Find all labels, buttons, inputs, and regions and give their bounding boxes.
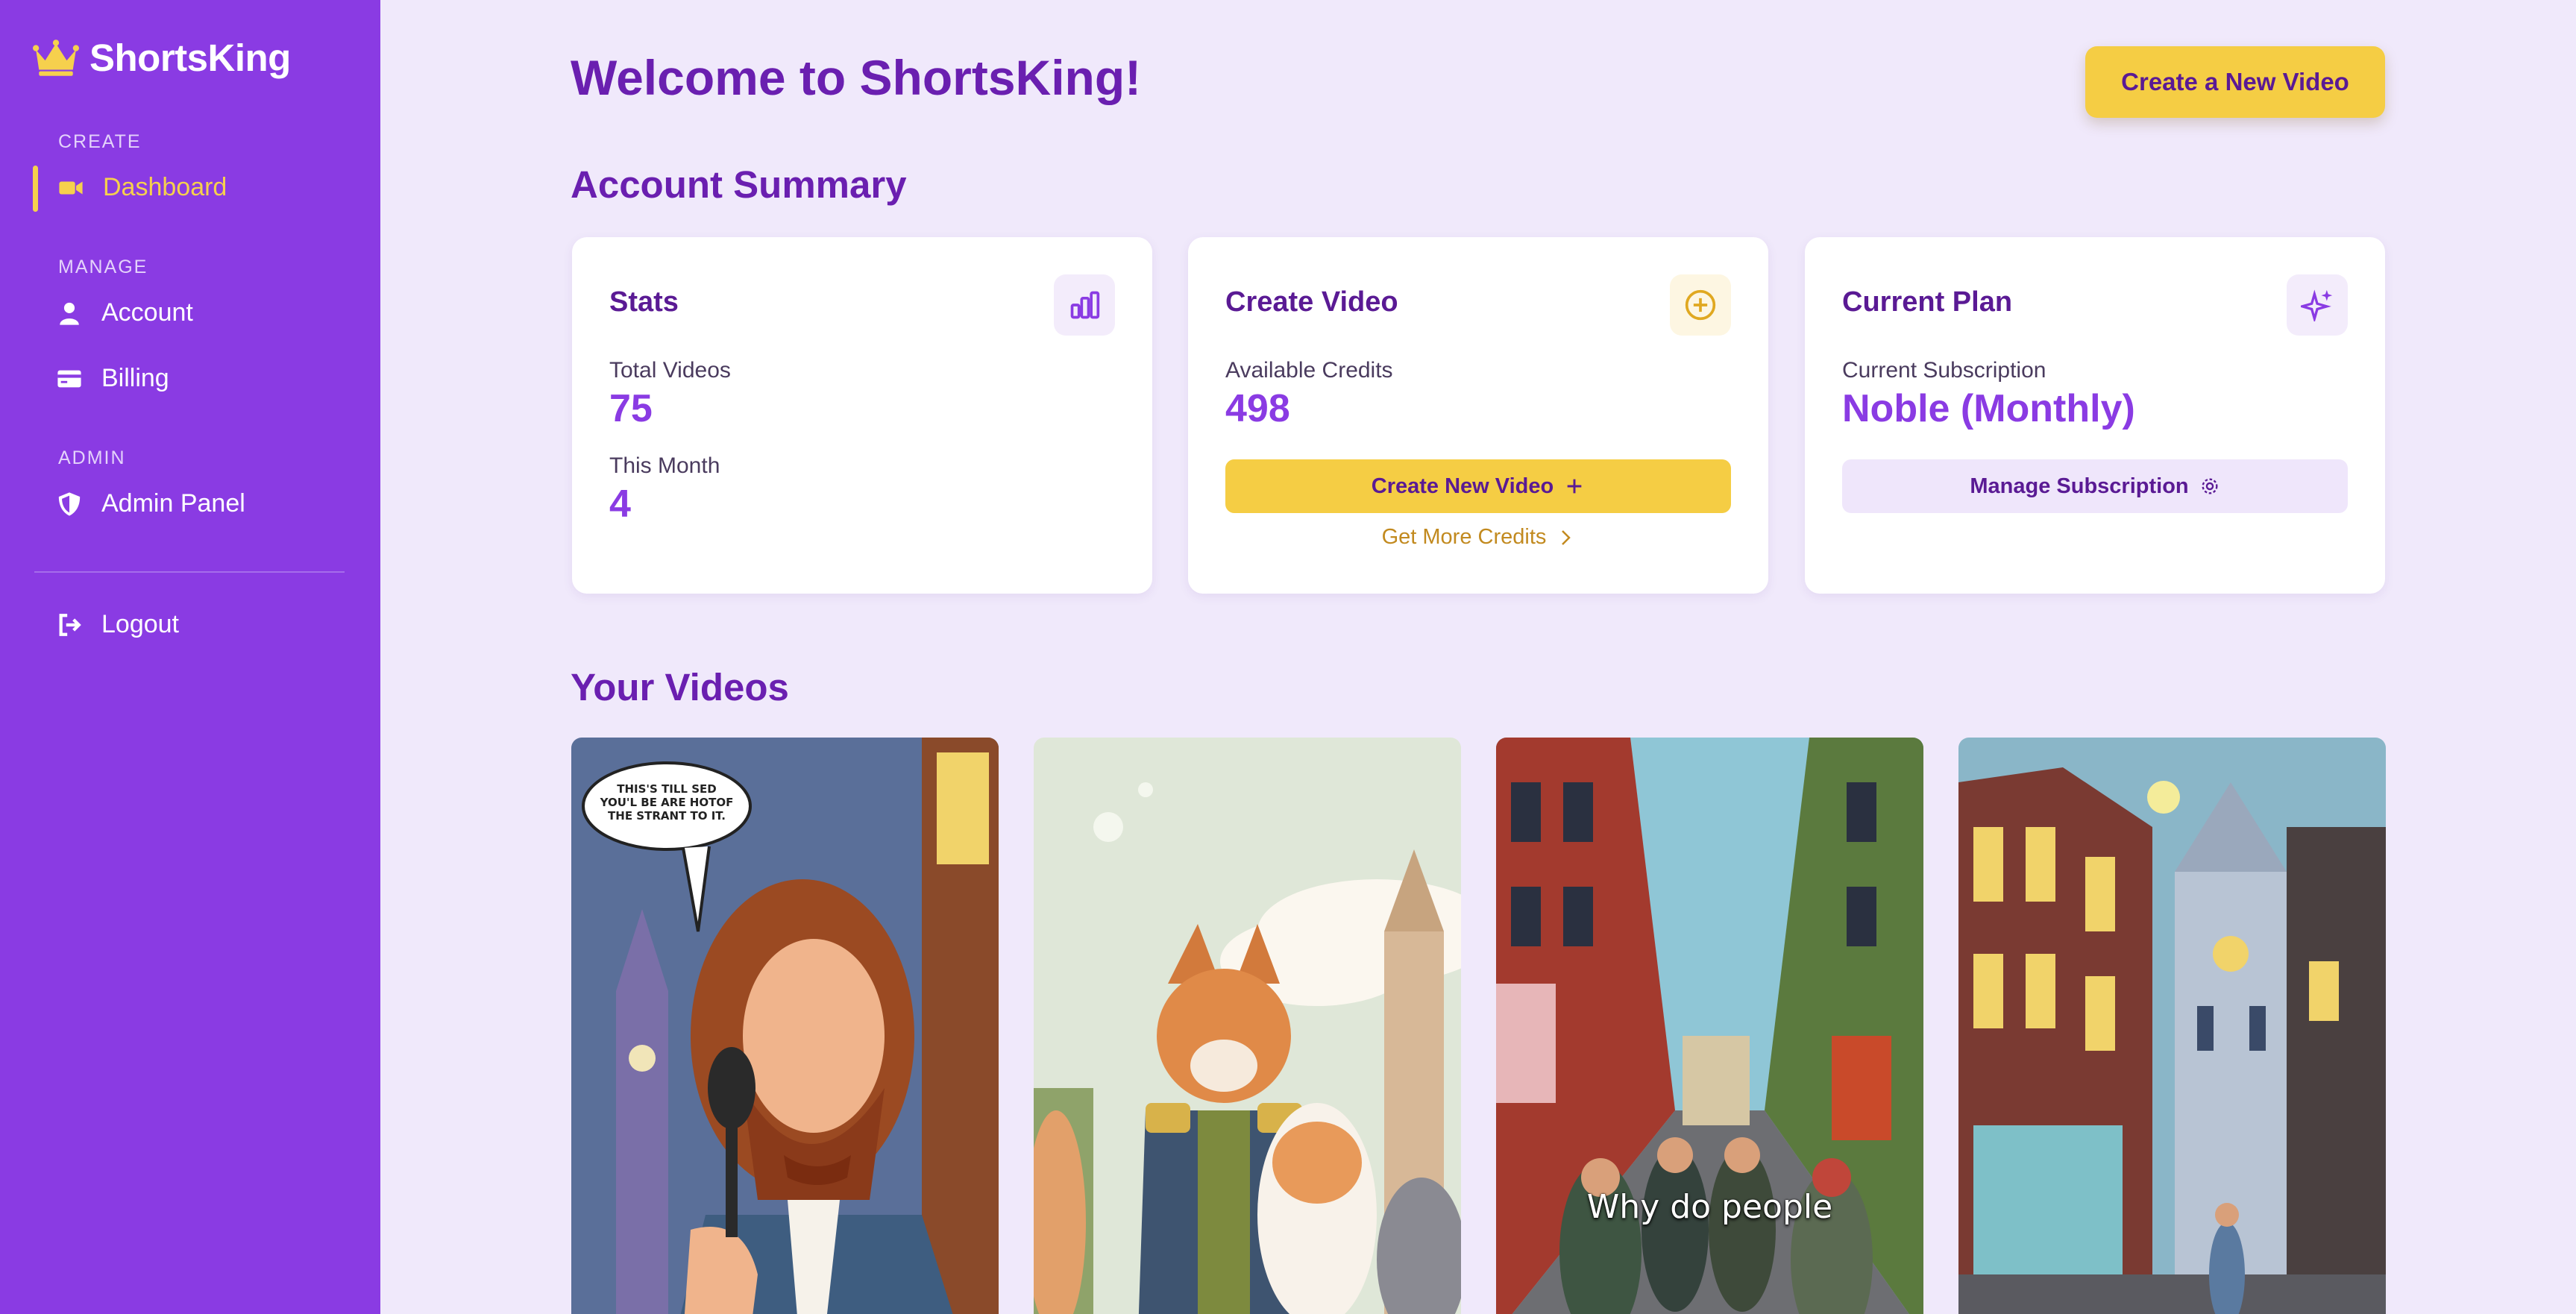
active-indicator (33, 166, 38, 212)
current-plan-icon-box (2287, 274, 2348, 336)
account-summary-title: Account Summary (571, 163, 907, 206)
section-label-manage: MANAGE (58, 257, 148, 277)
sidebar-item-logout[interactable]: Logout (57, 610, 179, 639)
video-thumbnail[interactable]: Why do people (1496, 738, 1923, 1314)
sidebar: ShortsKing CREATE Dashboard MANAGE Accou… (0, 0, 380, 1314)
this-month-value: 4 (609, 482, 631, 526)
plus-circle-icon (1685, 289, 1716, 321)
stats-card: Stats Total Videos 75 This Month 4 (572, 237, 1152, 594)
your-videos-title: Your Videos (571, 666, 789, 708)
sidebar-divider (34, 571, 345, 573)
logout-icon (59, 613, 81, 636)
crown-icon (33, 39, 79, 76)
manage-subscription-button[interactable]: Manage Subscription (1842, 459, 2348, 513)
bar-chart-icon (1070, 291, 1100, 319)
create-new-video-button[interactable]: Create a New Video (2085, 46, 2385, 118)
sidebar-item-label: Logout (101, 610, 179, 638)
sidebar-item-label: Dashboard (103, 173, 227, 201)
sidebar-item-label: Account (101, 298, 193, 327)
card-title: Current Plan (1842, 286, 2013, 318)
video-thumbnail[interactable] (1958, 738, 2386, 1314)
brand-name: ShortsKing (89, 37, 291, 79)
shield-icon (58, 491, 81, 516)
chevron-right-icon (1562, 529, 1571, 545)
plus-icon (1567, 479, 1582, 494)
video-thumbnail[interactable]: THIS'S TILL SED YOU'L BE ARE HOTOF THE STR… (571, 738, 999, 1314)
card-title: Create Video (1225, 286, 1398, 318)
sidebar-item-label: Billing (101, 364, 169, 392)
video-camera-icon (59, 181, 83, 194)
create-video-icon-box (1670, 274, 1731, 336)
video-thumbnail[interactable] (1034, 738, 1461, 1314)
credit-card-icon (57, 370, 81, 387)
card-title: Stats (609, 286, 679, 318)
section-label-create: CREATE (58, 131, 142, 152)
button-label: Create New Video (1371, 474, 1554, 498)
total-videos-label: Total Videos (609, 358, 731, 383)
get-more-credits-link[interactable]: Get More Credits (1188, 525, 1768, 550)
current-plan-card: Current Plan Current Subscription Noble … (1805, 237, 2385, 594)
stats-icon-box (1054, 274, 1115, 336)
available-credits-value: 498 (1225, 387, 1290, 430)
video-caption: Why do people (1586, 1188, 1833, 1226)
comic-night-street-clocktower-image (1958, 738, 2386, 1314)
link-label: Get More Credits (1381, 525, 1547, 549)
sparkles-icon (2301, 289, 2333, 321)
create-new-video-card-button[interactable]: Create New Video (1225, 459, 1731, 513)
sidebar-item-account[interactable]: Account (57, 298, 193, 327)
gear-icon (2202, 478, 2218, 494)
section-label-admin: ADMIN (58, 447, 126, 468)
comic-city-street-crowd-image (1496, 738, 1923, 1314)
sidebar-item-dashboard[interactable]: Dashboard (58, 173, 227, 202)
sidebar-item-label: Admin Panel (101, 489, 245, 518)
cat-general-with-cats-image (1034, 738, 1461, 1314)
total-videos-value: 75 (609, 387, 653, 430)
user-icon (60, 302, 79, 325)
brand-logo[interactable]: ShortsKing (33, 36, 291, 80)
sidebar-item-billing[interactable]: Billing (57, 364, 169, 393)
create-video-card: Create Video Available Credits 498 Creat… (1188, 237, 1768, 594)
comic-gentleman-telephone-image: THIS'S TILL SED YOU'L BE ARE HOTOF THE STR… (571, 738, 999, 1314)
speech-bubble-text: THIS'S TILL SED YOU'L BE ARE HOTOF THE STR… (600, 782, 734, 823)
available-credits-label: Available Credits (1225, 358, 1393, 383)
page-title: Welcome to ShortsKing! (571, 50, 1142, 105)
sidebar-item-admin-panel[interactable]: Admin Panel (57, 489, 245, 518)
this-month-label: This Month (609, 453, 720, 478)
current-subscription-value: Noble (Monthly) (1842, 387, 2135, 430)
button-label: Manage Subscription (1970, 474, 2189, 498)
current-subscription-label: Current Subscription (1842, 358, 2046, 383)
